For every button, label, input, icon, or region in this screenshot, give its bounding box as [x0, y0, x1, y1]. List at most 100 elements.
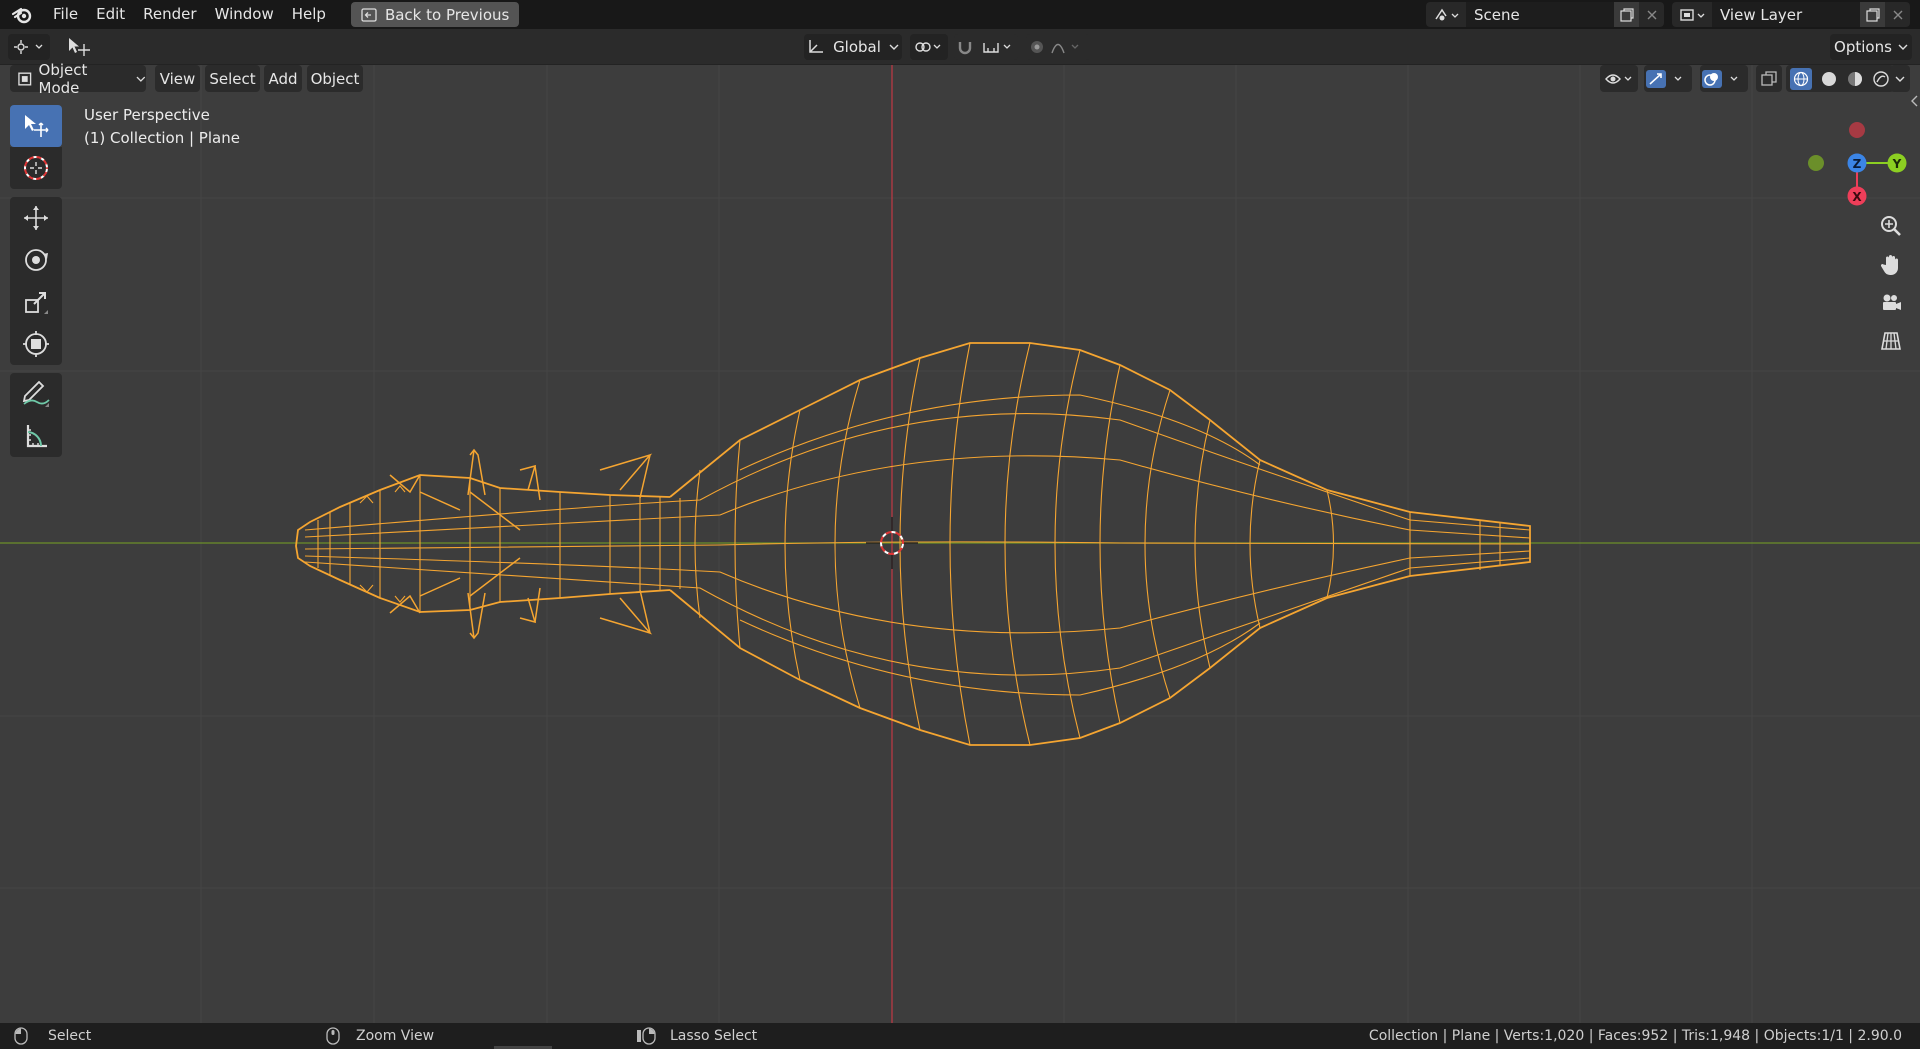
shading-selector	[1786, 65, 1894, 92]
blender-logo-icon[interactable]	[0, 0, 44, 29]
transform-tool[interactable]	[10, 323, 62, 365]
status-lasso-hint: Lasso Select	[636, 1023, 757, 1049]
options-label: Options	[1834, 38, 1892, 56]
close-icon	[1647, 10, 1656, 19]
status-select-label: Select	[48, 1028, 92, 1044]
duplicate-icon	[1865, 7, 1880, 22]
pivot-icon	[915, 42, 941, 52]
overlays-icon	[1702, 69, 1738, 88]
status-lasso-label: Lasso Select	[670, 1028, 758, 1044]
collection-label: (1) Collection | Plane	[84, 129, 240, 147]
sidebar-toggle[interactable]	[1908, 93, 1920, 109]
orientation-label: Global	[833, 38, 881, 56]
rotate-tool[interactable]	[10, 239, 62, 281]
view-layer-icon	[1680, 8, 1705, 21]
object-mode-icon	[18, 71, 32, 86]
gizmo-icon	[1646, 69, 1682, 88]
scene-statistics: Collection | Plane | Verts:1,020 | Faces…	[1368, 1028, 1902, 1044]
perspective-label: User Perspective	[84, 106, 210, 124]
gizmo-neg-x-handle[interactable]	[1849, 122, 1865, 138]
back-to-previous-button[interactable]: Back to Previous	[350, 2, 520, 27]
measure-tool[interactable]	[10, 415, 62, 457]
back-label: Back to Previous	[384, 5, 510, 24]
view-layer-browse-button[interactable]	[1672, 2, 1712, 27]
grid-icon	[1881, 332, 1901, 350]
select-box-tool[interactable]	[10, 105, 62, 147]
menu-add[interactable]: Add	[264, 65, 302, 92]
pan-view-button[interactable]	[1873, 247, 1909, 283]
wireframe-shading-button[interactable]	[1790, 67, 1812, 90]
pivot-point-dropdown[interactable]	[910, 34, 948, 60]
gizmo-toggle[interactable]	[1644, 65, 1692, 92]
viewport-canvas[interactable]	[0, 65, 1920, 1023]
toolbar	[10, 105, 62, 457]
magnet-icon	[958, 42, 1011, 55]
toggle-perspective-button[interactable]	[1873, 323, 1909, 359]
mode-dropdown[interactable]: Object Mode	[10, 61, 146, 97]
annotate-tool[interactable]	[10, 373, 62, 415]
camera-view-button[interactable]	[1873, 285, 1909, 321]
status-select-hint: Select	[14, 1023, 91, 1049]
move-tool[interactable]	[10, 197, 62, 239]
mouse-middle-icon	[326, 1027, 340, 1045]
status-zoom-label: Zoom View	[356, 1028, 435, 1044]
scene-browse-button[interactable]	[1426, 2, 1466, 27]
menu-object[interactable]: Object	[307, 65, 363, 92]
transform-orientation-dropdown[interactable]: Global	[804, 34, 902, 60]
menu-file[interactable]: File	[44, 0, 87, 29]
solid-shading-icon[interactable]	[1820, 70, 1838, 88]
scene-name-field[interactable]: Scene	[1466, 2, 1614, 27]
cursor-tool[interactable]	[10, 147, 62, 189]
orientation-icon	[809, 40, 824, 53]
proportional-editing-toggle[interactable]	[1026, 34, 1090, 60]
select-box-icon	[25, 115, 49, 137]
plane-wireframe[interactable]	[295, 342, 1531, 746]
top-menu-bar: File Edit Render Window Help Back to Pre…	[0, 0, 1920, 29]
view-layer-name-field[interactable]: View Layer	[1712, 2, 1860, 27]
new-view-layer-button[interactable]	[1860, 2, 1885, 27]
transform-icon	[23, 331, 49, 357]
rendered-shading-icon[interactable]	[1872, 70, 1890, 88]
material-preview-icon[interactable]	[1846, 70, 1864, 88]
snap-toggle[interactable]	[954, 34, 1018, 60]
hand-icon	[1880, 255, 1898, 275]
scene-icon	[1435, 8, 1459, 20]
visibility-dropdown[interactable]	[1600, 65, 1638, 92]
overlays-toggle[interactable]	[1700, 65, 1748, 92]
delete-view-layer-button[interactable]	[1885, 2, 1910, 27]
menu-help[interactable]: Help	[283, 0, 335, 29]
duplicate-icon	[1619, 7, 1634, 22]
scale-tool[interactable]	[10, 281, 62, 323]
menu-edit[interactable]: Edit	[87, 0, 134, 29]
new-scene-button[interactable]	[1614, 2, 1639, 27]
menu-window[interactable]: Window	[206, 0, 283, 29]
mouse-left-icon	[14, 1027, 28, 1045]
chevron-down-icon	[889, 44, 899, 50]
menu-view[interactable]: View	[155, 65, 200, 92]
move-icon	[24, 206, 48, 230]
options-dropdown[interactable]: Options	[1830, 34, 1912, 60]
zoom-view-button[interactable]	[1873, 208, 1909, 244]
menu-render[interactable]: Render	[134, 0, 205, 29]
chevron-left-icon	[1911, 95, 1918, 107]
delete-scene-button[interactable]	[1639, 2, 1664, 27]
chevron-down-icon	[136, 76, 146, 82]
shading-options-dropdown[interactable]	[1890, 65, 1910, 92]
navigation-gizmo[interactable]: Y X Z	[1800, 105, 1910, 225]
mode-label: Object Mode	[38, 60, 88, 97]
cursor-icon	[24, 156, 48, 180]
back-icon	[361, 7, 377, 22]
gizmo-neg-y-handle[interactable]	[1808, 155, 1824, 171]
chevron-down-icon	[1895, 76, 1905, 82]
editor-type-button[interactable]	[8, 34, 50, 60]
3d-viewport[interactable]: User Perspective (1) Collection | Plane …	[0, 65, 1920, 1023]
annotate-icon	[22, 380, 50, 407]
scene-selector: Scene	[1426, 2, 1664, 27]
menu-select[interactable]: Select	[205, 65, 260, 92]
gizmo-y-label: Y	[1892, 157, 1902, 171]
camera-icon	[1883, 294, 1901, 310]
gizmo-x-label: X	[1852, 190, 1862, 204]
select-mode-icon[interactable]	[64, 34, 94, 60]
chevron-down-icon	[1898, 44, 1908, 50]
xray-toggle[interactable]	[1756, 65, 1782, 92]
